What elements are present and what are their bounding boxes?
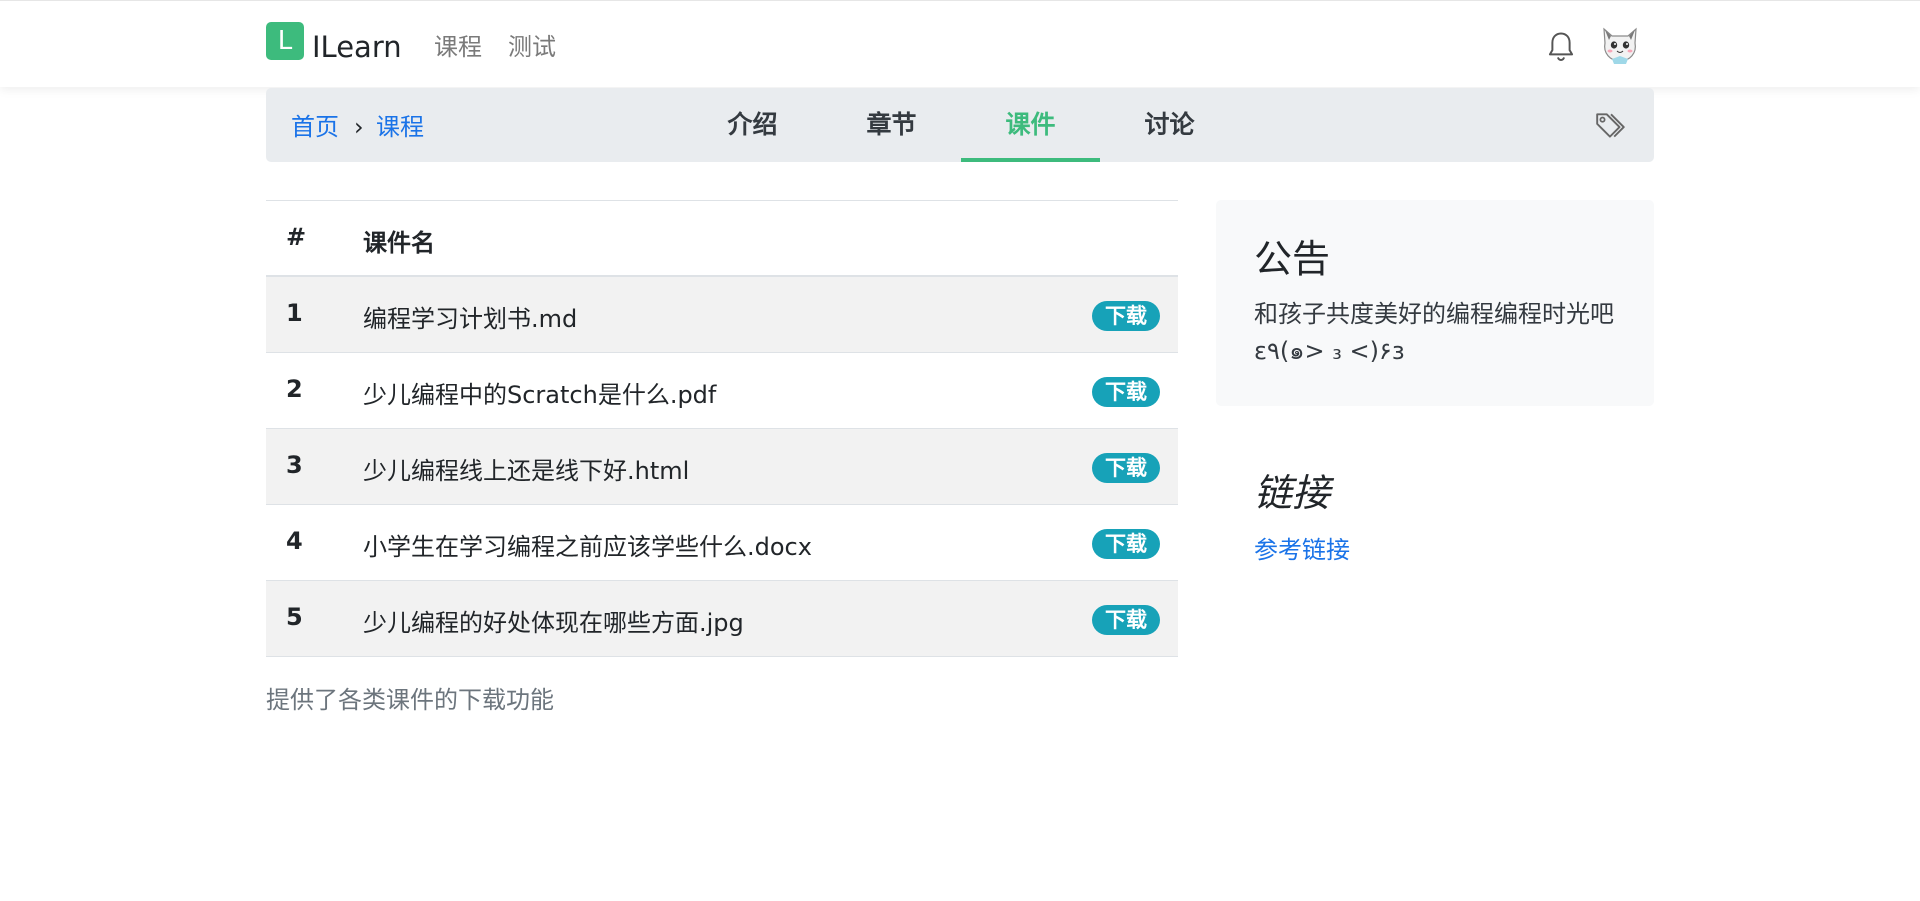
- breadcrumb-separator: ›: [354, 113, 364, 141]
- download-button[interactable]: 下载: [1092, 377, 1160, 407]
- table-row: 5 少儿编程的好处体现在哪些方面.jpg 下载: [266, 581, 1178, 657]
- row-filename: 少儿编程线上还是线下好.html: [363, 457, 690, 485]
- header-number: #: [286, 223, 307, 251]
- tab-chapters[interactable]: 章节: [822, 88, 961, 162]
- download-button[interactable]: 下载: [1092, 605, 1160, 635]
- row-filename: 小学生在学习编程之前应该学些什么.docx: [363, 533, 812, 561]
- row-filename: 编程学习计划书.md: [363, 305, 578, 333]
- notice-text: 和孩子共度美好的编程编程时光吧ε٩(๑> ₃ <)۶з: [1254, 300, 1614, 365]
- tab-discussion[interactable]: 讨论: [1100, 88, 1239, 162]
- bell-icon[interactable]: [1546, 31, 1576, 63]
- courseware-table: # 课件名 1 编程学习计划书.md 下载 2 少儿编程中的Scratch是什么…: [266, 200, 1178, 657]
- breadcrumb-courses[interactable]: 课程: [376, 112, 424, 142]
- tab-intro[interactable]: 介绍: [683, 88, 822, 162]
- table-row: 3 少儿编程线上还是线下好.html 下载: [266, 429, 1178, 505]
- avatar[interactable]: [1600, 23, 1640, 65]
- row-filename: 少儿编程中的Scratch是什么.pdf: [363, 381, 717, 409]
- download-button[interactable]: 下载: [1092, 529, 1160, 559]
- course-subnav: 首页 › 课程 介绍 章节 课件 讨论: [266, 88, 1654, 162]
- top-navbar: L ILearn 课程 测试: [0, 0, 1920, 87]
- brand-name[interactable]: ILearn: [312, 27, 402, 67]
- tag-icon[interactable]: [1594, 110, 1628, 142]
- table-row: 1 编程学习计划书.md 下载: [266, 277, 1178, 353]
- row-number: 4: [286, 527, 303, 555]
- download-button[interactable]: 下载: [1092, 301, 1160, 331]
- reference-link[interactable]: 参考链接: [1254, 530, 1350, 565]
- notice-card: 公告 和孩子共度美好的编程编程时光吧ε٩(๑> ₃ <)۶з: [1216, 200, 1654, 406]
- tab-courseware[interactable]: 课件: [961, 88, 1100, 162]
- breadcrumb-home[interactable]: 首页: [291, 112, 339, 142]
- row-number: 2: [286, 375, 303, 403]
- row-filename: 少儿编程的好处体现在哪些方面.jpg: [363, 609, 744, 637]
- row-number: 1: [286, 299, 303, 327]
- download-button[interactable]: 下载: [1092, 453, 1160, 483]
- table-header: # 课件名: [266, 201, 1178, 277]
- notice-title: 公告: [1254, 237, 1331, 281]
- header-name: 课件名: [363, 229, 435, 257]
- links-title: 链接: [1254, 471, 1331, 515]
- row-number: 5: [286, 603, 303, 631]
- table-row: 2 少儿编程中的Scratch是什么.pdf 下载: [266, 353, 1178, 429]
- nav-link-courses[interactable]: 课程: [434, 32, 482, 62]
- row-number: 3: [286, 451, 303, 479]
- table-caption: 提供了各类课件的下载功能: [266, 686, 554, 714]
- logo[interactable]: L: [266, 22, 304, 60]
- table-row: 4 小学生在学习编程之前应该学些什么.docx 下载: [266, 505, 1178, 581]
- nav-link-tests[interactable]: 测试: [508, 32, 556, 62]
